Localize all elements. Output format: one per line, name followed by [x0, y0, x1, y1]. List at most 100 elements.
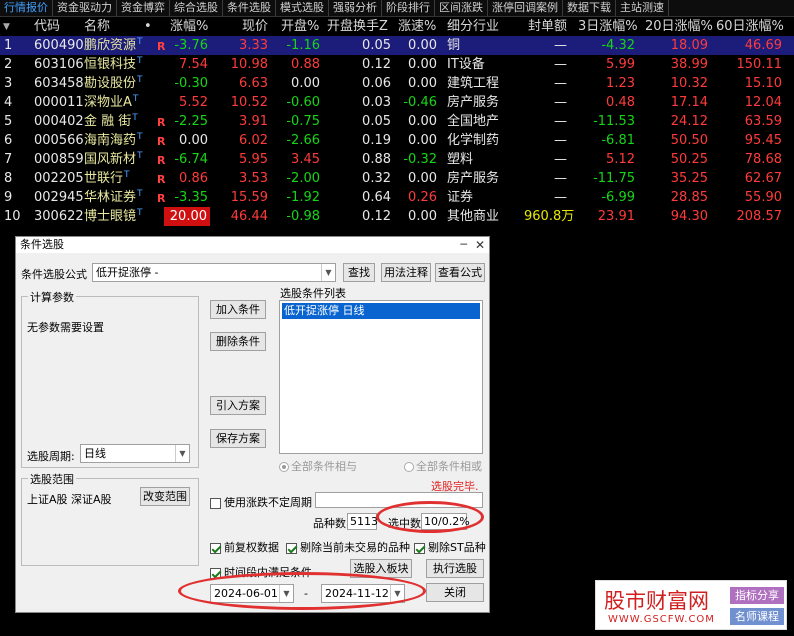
radio-and-icon[interactable] [279, 462, 289, 472]
cell-d60: 62.67 [744, 171, 782, 186]
add-condition-button[interactable]: 加入条件 [210, 300, 266, 319]
indef-checkbox[interactable] [210, 497, 221, 509]
table-row[interactable]: 4 000011 5.52 10.52 -0.60 0.03 -0.46 房产服务 — 0.48 1… [0, 93, 794, 112]
sort-arrow-icon[interactable]: ▼ [3, 18, 10, 37]
delete-condition-button[interactable]: 删除条件 [210, 332, 266, 351]
table-row[interactable]: 10 300622 20.00 46.44 -0.98 0.12 0.00 其他商业 960.8… [0, 207, 794, 226]
exclude-st-checkbox[interactable] [414, 542, 425, 554]
period-select[interactable]: 日线 ▼ [80, 444, 190, 463]
cell-d20: 50.25 [670, 152, 708, 167]
cell-industry: 房产服务 [447, 171, 500, 186]
table-row[interactable]: 5 000402 -2.25 3.91 -0.75 0.05 0.00 全国地产 — -11.53… [0, 112, 794, 131]
menu-tab[interactable]: 条件选股 [223, 0, 276, 16]
cell-d20: 28.85 [670, 190, 708, 205]
table-row[interactable]: 9 002945 -3.35 15.59 -1.92 0.64 0.26 证券 — -6.99 28… [0, 188, 794, 207]
col-name[interactable]: 名称 [84, 17, 110, 36]
col-seal[interactable]: 封单额 [528, 17, 567, 36]
exclude-notrade-row[interactable]: 剔除当前未交易的品种 [286, 539, 410, 555]
menu-tab[interactable]: 阶段排行 [382, 0, 435, 16]
menu-tab[interactable]: 涨停回调案例 [488, 0, 563, 16]
cell-name: 勘设股份T [84, 74, 143, 95]
exclude-st-label: 剔除ST品种 [428, 541, 486, 554]
formula-select[interactable]: 低开捉涨停 - ▼ [92, 263, 336, 282]
exclude-st-row[interactable]: 剔除ST品种 [414, 539, 486, 555]
prefq-checkbox[interactable] [210, 542, 221, 554]
stock-table: 1 600490 -3.76 3.33 -1.16 0.05 0.00 铜 — -4.32 18.0… [0, 36, 794, 226]
col-chg[interactable]: 涨幅% [170, 17, 208, 36]
menu-tab[interactable]: 主站测速 [616, 0, 669, 16]
cell-name: 金 融 街T [84, 112, 138, 133]
close-icon[interactable]: ✕ [475, 237, 485, 253]
col-speed[interactable]: 涨速% [398, 17, 436, 36]
chevron-down-icon[interactable]: ▼ [321, 264, 335, 281]
chevron-down-icon[interactable]: ▼ [175, 445, 189, 462]
find-button[interactable]: 查找 [343, 263, 375, 282]
menu-tab[interactable]: 综合选股 [170, 0, 223, 16]
indef-checkbox-row[interactable]: 使用涨跌不定周期 [210, 494, 312, 510]
usage-button[interactable]: 用法注释 [381, 263, 431, 282]
menu-tab[interactable]: 强弱分析 [329, 0, 382, 16]
close-button[interactable]: 关闭 [426, 583, 484, 602]
col-industry[interactable]: 细分行业 [447, 17, 499, 36]
col-20d[interactable]: 20日涨幅% [645, 17, 713, 36]
condition-list[interactable]: 低开捉涨停 日线 [279, 300, 483, 454]
run-select-button[interactable]: 执行选股 [426, 559, 484, 578]
t-badge: T [132, 113, 138, 123]
table-header: ▼ 代码 名称 • 涨幅% 现价 开盘% 开盘换手Z 涨速% 细分行业 封单额 … [0, 17, 794, 36]
exclude-notrade-checkbox[interactable] [286, 542, 297, 554]
import-plan-button[interactable]: 引入方案 [210, 396, 266, 415]
cell-code: 600490 [34, 38, 84, 53]
table-row[interactable]: 3 603458 -0.30 6.63 0.00 0.06 0.00 建筑工程 — 1.23 10.… [0, 74, 794, 93]
radio-or[interactable]: 全部条件相或 [404, 458, 482, 474]
stock-name: 华林证券 [84, 190, 137, 205]
cell-code: 000859 [34, 152, 84, 167]
watermark-tag2: 名师课程 [730, 608, 784, 625]
col-turnover[interactable]: 开盘换手Z [327, 17, 388, 36]
minimize-icon[interactable]: ─ [460, 237, 467, 253]
cell-d3: 1.23 [606, 76, 635, 91]
col-60d[interactable]: 60日涨幅% [716, 17, 784, 36]
change-range-button[interactable]: 改变范围 [140, 487, 190, 506]
radio-or-label: 全部条件相或 [416, 460, 482, 473]
watermark-logo: 股市财富网 WWW.GSCFW.COM 指标分享 名师课程 [595, 580, 787, 630]
cell-chg: -0.30 [174, 76, 208, 91]
table-row[interactable]: 6 000566 0.00 6.02 -2.66 0.19 0.00 化学制药 — -6.81 50… [0, 131, 794, 150]
col-3d[interactable]: 3日涨幅% [578, 17, 638, 36]
table-row[interactable]: 1 600490 -3.76 3.33 -1.16 0.05 0.00 铜 — -4.32 18.0… [0, 36, 794, 55]
cell-d60: 63.59 [744, 114, 782, 129]
t-badge: T [137, 75, 143, 85]
menu-tab[interactable]: 资金驱动力 [53, 0, 117, 16]
cell-name: 深物业AT [84, 93, 138, 114]
cell-seal: — [554, 38, 567, 53]
radio-or-icon[interactable] [404, 462, 414, 472]
menu-tab[interactable]: 资金博弈 [117, 0, 170, 16]
cell-industry: IT设备 [447, 57, 485, 72]
cell-speed: 0.00 [408, 76, 437, 91]
view-formula-button[interactable]: 查看公式 [435, 263, 485, 282]
condition-list-item[interactable]: 低开捉涨停 日线 [282, 303, 480, 319]
col-open[interactable]: 开盘% [281, 17, 319, 36]
cell-open: -1.92 [286, 190, 320, 205]
r-flag: R [157, 192, 166, 205]
menu-tab[interactable]: 行情报价 [0, 0, 53, 16]
cell-open: 3.45 [291, 152, 320, 167]
cell-seal: 960.8万 [524, 209, 575, 224]
cell-d20: 18.09 [670, 38, 708, 53]
col-code[interactable]: 代码 [34, 17, 60, 36]
table-row[interactable]: 8 002205 0.86 3.53 -2.00 0.32 0.00 房产服务 — -11.75 3… [0, 169, 794, 188]
formula-value: 低开捉涨停 - [96, 266, 159, 279]
radio-and[interactable]: 全部条件相与 [279, 458, 357, 474]
table-row[interactable]: 2 603106 7.54 10.98 0.88 0.12 0.00 IT设备 — 5.99 38.… [0, 55, 794, 74]
table-row[interactable]: 7 000859 -6.74 5.95 3.45 0.88 -0.32 塑料 — 5.12 50.2… [0, 150, 794, 169]
cell-seal: — [554, 57, 567, 72]
col-price[interactable]: 现价 [242, 17, 268, 36]
menu-tab[interactable]: 模式选股 [276, 0, 329, 16]
t-badge: T [137, 208, 143, 218]
menu-tab[interactable]: 数据下载 [563, 0, 616, 16]
cell-d60: 78.68 [744, 152, 782, 167]
cell-d20: 10.32 [670, 76, 708, 91]
prefq-row[interactable]: 前复权数据 [210, 539, 279, 555]
cell-seal: — [554, 95, 567, 110]
save-plan-button[interactable]: 保存方案 [210, 429, 266, 448]
menu-tab[interactable]: 区间涨跌 [435, 0, 488, 16]
